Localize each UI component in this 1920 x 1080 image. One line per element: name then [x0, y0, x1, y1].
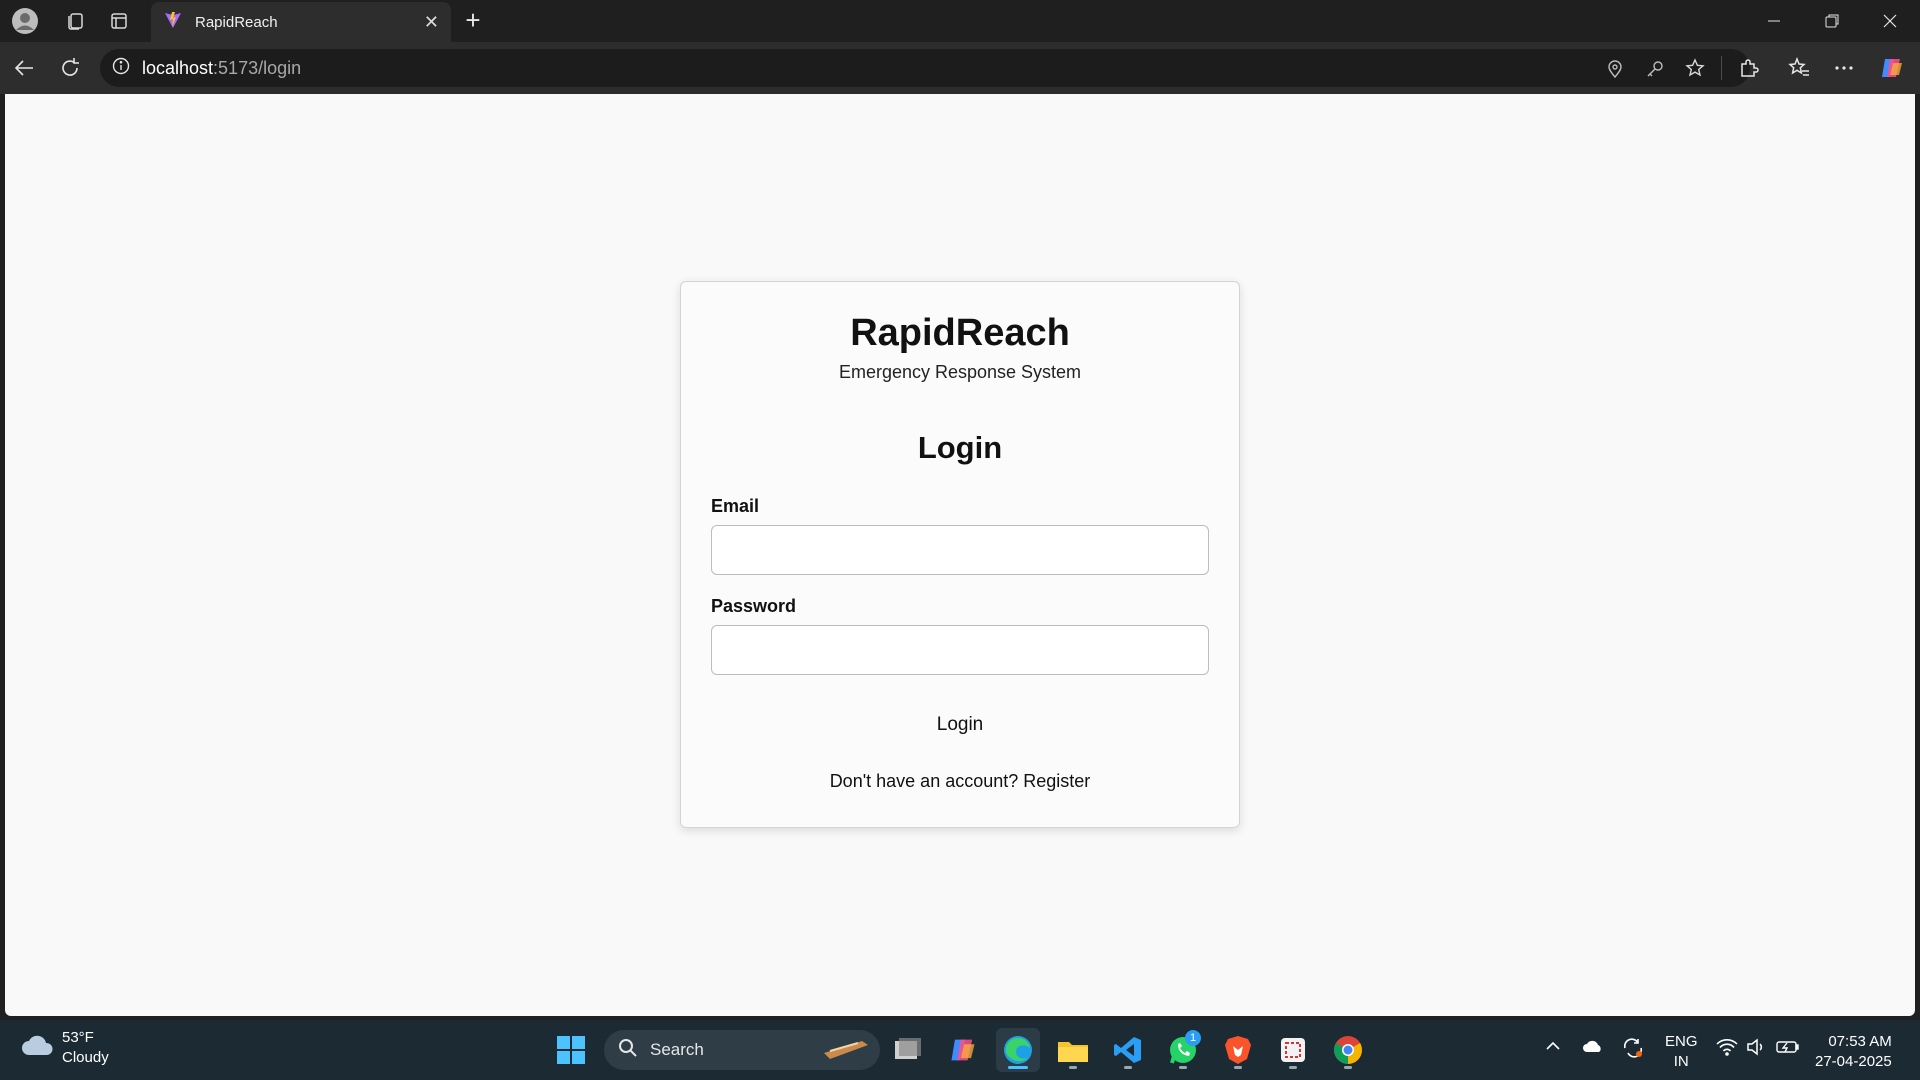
brand-title: RapidReach	[850, 312, 1070, 354]
search-label: Search	[650, 1040, 704, 1059]
running-indicator	[1008, 1066, 1028, 1069]
brand-tagline: Emergency Response System	[838, 362, 1082, 382]
running-indicator	[1124, 1066, 1132, 1069]
running-indicator	[1179, 1066, 1187, 1069]
running-indicator	[1344, 1066, 1352, 1069]
favorites-icon[interactable]	[1784, 53, 1814, 83]
onedrive-icon[interactable]	[1582, 1038, 1604, 1057]
weather-desc: Cloudy	[62, 1049, 109, 1066]
volume-icon[interactable]	[1746, 1038, 1766, 1059]
login-button[interactable]: Login	[681, 714, 1239, 736]
file-explorer-icon[interactable]	[1051, 1028, 1095, 1072]
running-indicator	[1234, 1066, 1242, 1069]
refresh-icon[interactable]	[54, 52, 86, 84]
copilot-app-icon[interactable]	[941, 1028, 985, 1072]
email-label: Email	[711, 496, 760, 516]
profile-icon[interactable]	[10, 6, 40, 36]
wifi-icon[interactable]	[1716, 1038, 1738, 1059]
back-icon[interactable]	[8, 52, 40, 84]
running-indicator	[1069, 1066, 1077, 1069]
whatsapp-icon[interactable]: 1	[1161, 1028, 1205, 1072]
clock-time: 07:53 AM	[1828, 1033, 1892, 1050]
browser-title-bar: RapidReach ✕ +	[0, 0, 1920, 42]
snipping-tool-icon[interactable]	[1271, 1028, 1315, 1072]
edge-app-icon[interactable]	[996, 1028, 1040, 1072]
sync-icon[interactable]	[1622, 1038, 1644, 1061]
show-hidden-icons[interactable]	[1545, 1038, 1561, 1057]
register-link[interactable]: Don't have an account? Register	[681, 771, 1239, 792]
extensions-icon[interactable]	[1734, 53, 1764, 83]
battery-icon[interactable]	[1776, 1038, 1800, 1059]
tab-close-icon[interactable]: ✕	[424, 12, 439, 33]
system-clock[interactable]: 07:53 AM 27-04-2025	[1815, 1032, 1892, 1072]
more-options-icon[interactable]	[1829, 53, 1859, 83]
tab-rapidreach[interactable]: RapidReach ✕	[151, 2, 451, 42]
clock-date: 27-04-2025	[1815, 1053, 1892, 1070]
tab-actions-icon[interactable]	[104, 6, 134, 36]
cloud-icon	[20, 1034, 54, 1063]
password-label: Password	[711, 596, 797, 616]
brave-icon[interactable]	[1216, 1028, 1260, 1072]
tab-title: RapidReach	[195, 13, 278, 31]
browser-toolbar: localhost:5173/login	[0, 42, 1920, 94]
toolbar-separator	[1721, 56, 1722, 80]
address-bar[interactable]: localhost:5173/login	[100, 49, 1750, 87]
email-field[interactable]	[711, 525, 1209, 575]
running-indicator	[1289, 1066, 1297, 1069]
language-indicator[interactable]: ENG IN	[1665, 1032, 1698, 1072]
vscode-icon[interactable]	[1106, 1028, 1150, 1072]
url-text[interactable]: localhost:5173/login	[142, 58, 301, 79]
password-field[interactable]	[711, 625, 1209, 675]
login-heading: Login	[917, 430, 1003, 465]
chrome-icon[interactable]	[1326, 1028, 1370, 1072]
vite-favicon-icon	[163, 10, 183, 35]
collections-icon[interactable]	[60, 6, 90, 36]
weather-temp: 53°F	[62, 1029, 94, 1046]
restore-icon[interactable]	[1809, 4, 1855, 38]
start-icon[interactable]	[549, 1028, 593, 1072]
password-key-icon[interactable]	[1644, 58, 1666, 80]
page-viewport: RapidReach Emergency Response System Log…	[5, 94, 1915, 1016]
site-info-icon[interactable]	[112, 57, 130, 80]
login-card: RapidReach Emergency Response System Log…	[680, 281, 1240, 828]
minimize-icon[interactable]	[1751, 4, 1797, 38]
close-window-icon[interactable]	[1867, 4, 1913, 38]
search-highlight-icon	[822, 1035, 870, 1066]
taskbar-search[interactable]: Search	[604, 1030, 880, 1070]
task-view-icon[interactable]	[886, 1028, 930, 1072]
notification-badge: 1	[1185, 1030, 1201, 1046]
copilot-icon[interactable]	[1877, 53, 1907, 83]
favorite-star-icon[interactable]	[1684, 57, 1706, 79]
weather-widget[interactable]: 53°F Cloudy	[20, 1028, 109, 1068]
windows-taskbar: 53°F Cloudy Search 1 ENG IN 07:53 AM 27-…	[0, 1020, 1920, 1080]
new-tab-button[interactable]: +	[458, 6, 488, 36]
location-icon[interactable]	[1604, 58, 1626, 80]
search-icon	[618, 1038, 638, 1063]
